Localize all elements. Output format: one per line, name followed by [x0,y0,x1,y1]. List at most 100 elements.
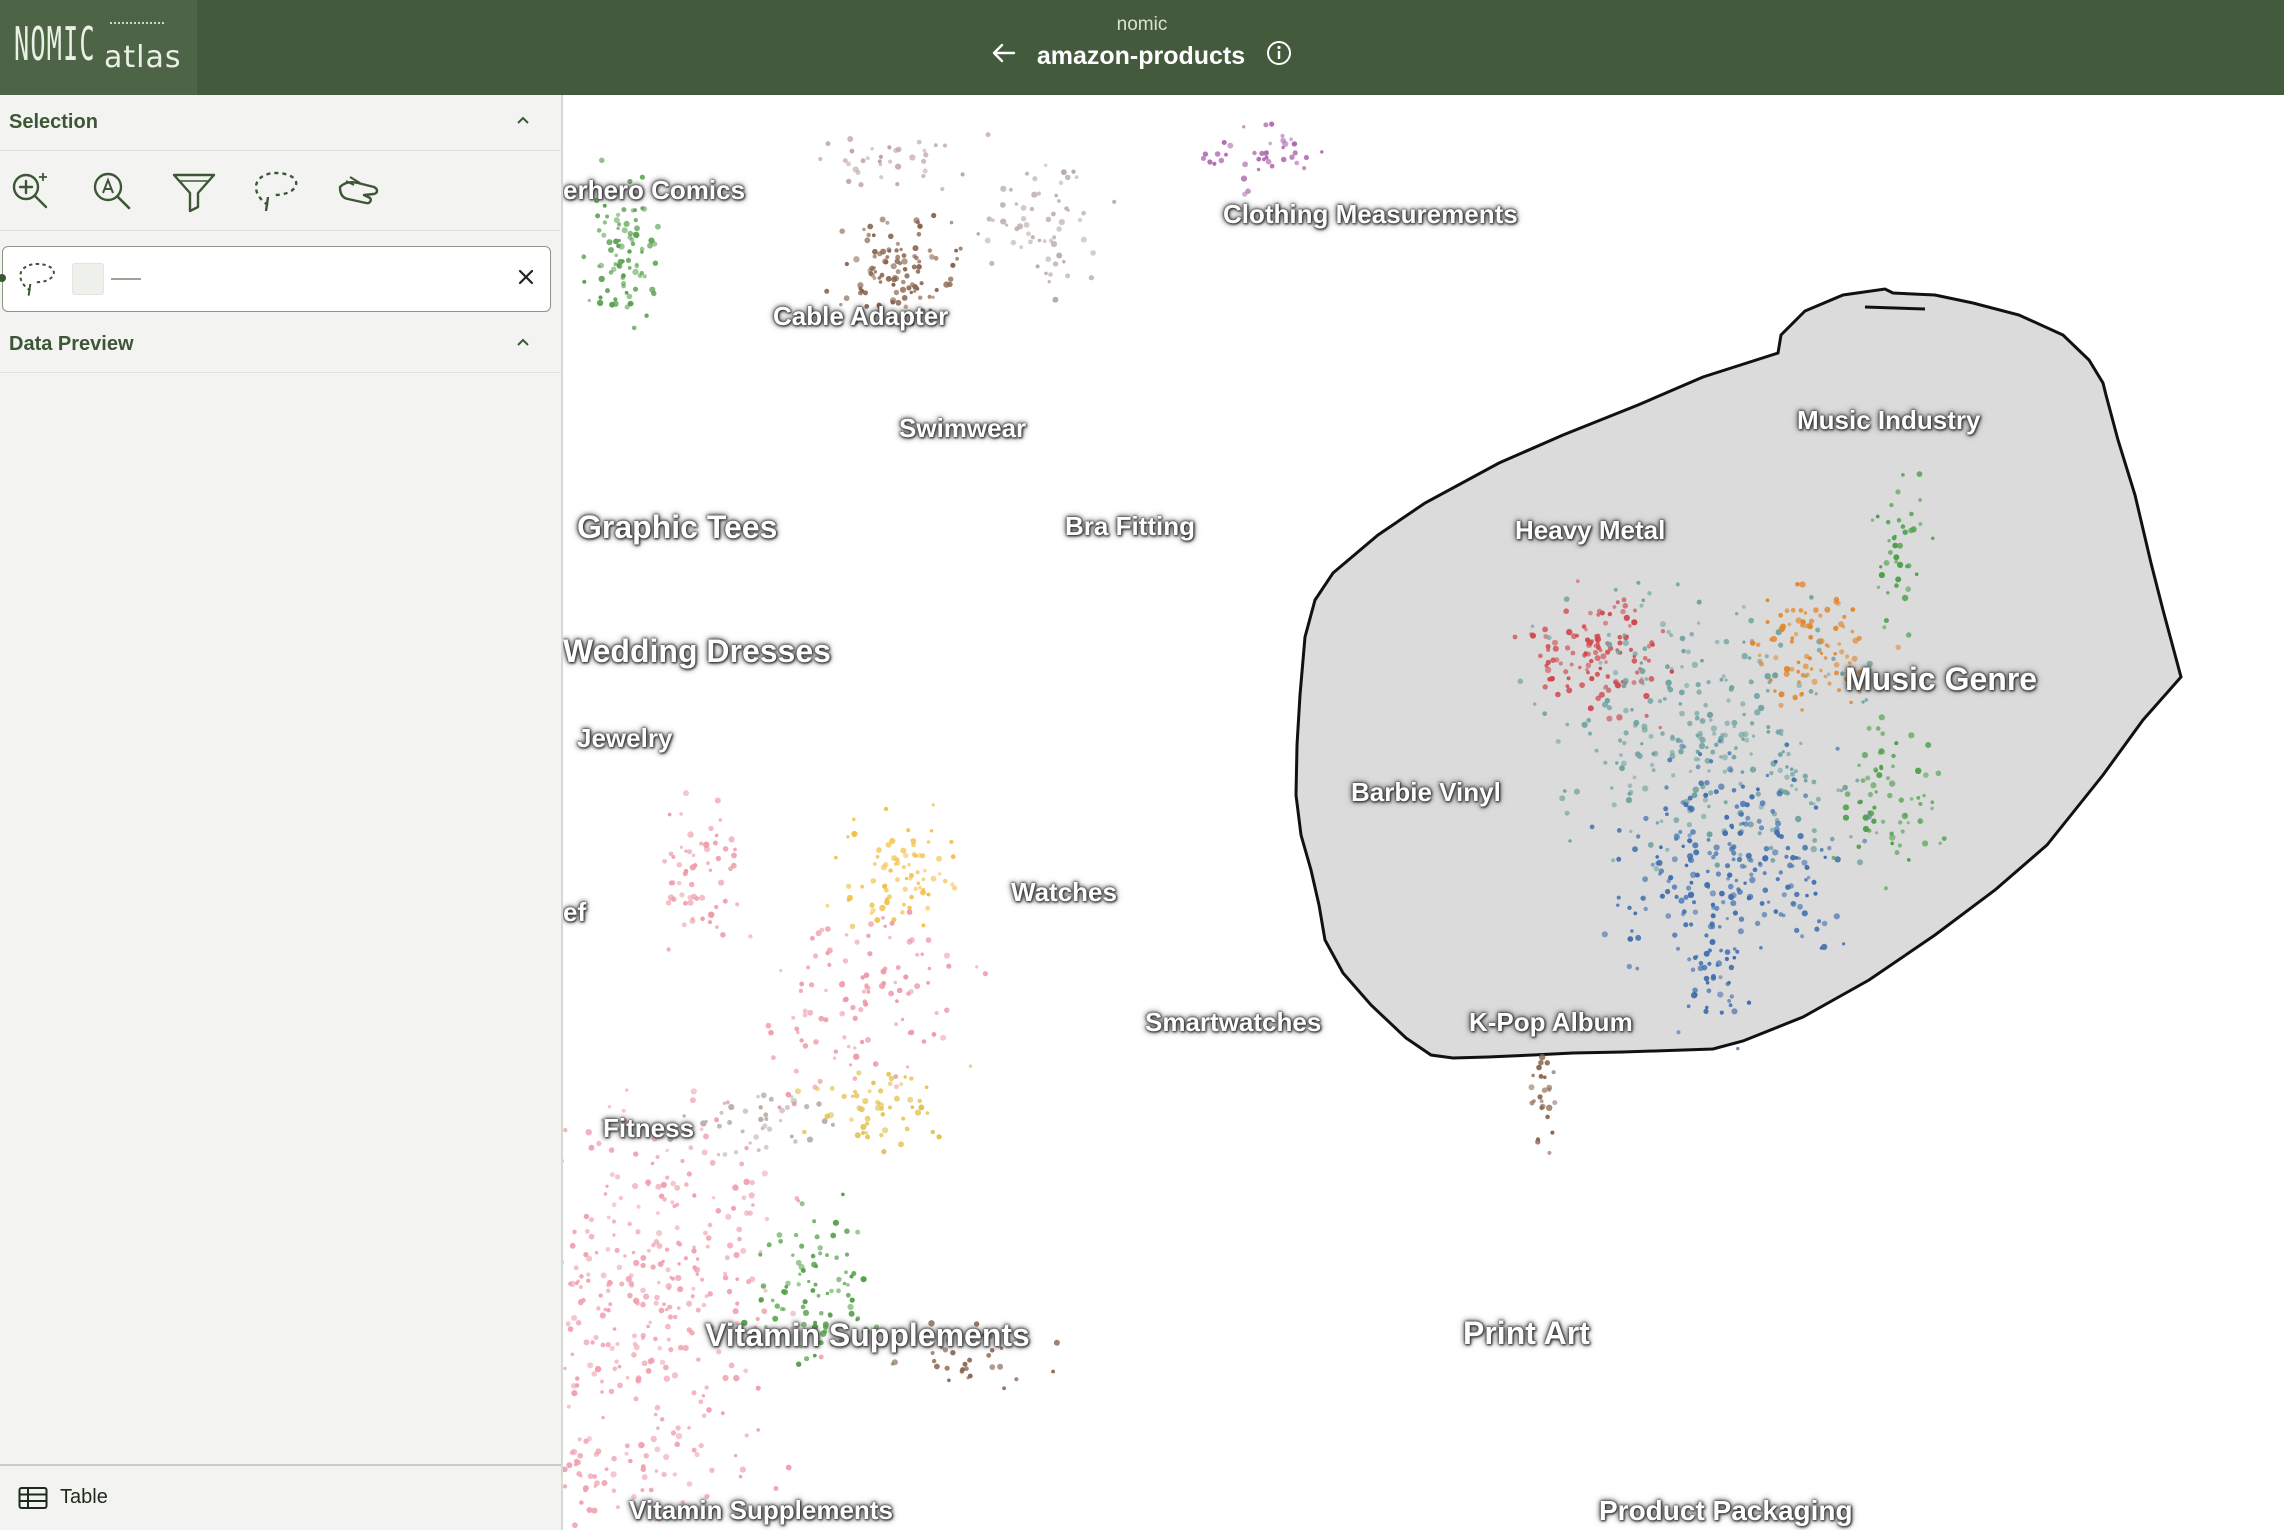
chevron-up-icon[interactable] [515,335,531,353]
cluster-label[interactable]: Fitness [603,1113,694,1144]
cluster-label[interactable]: Music Genre [1845,661,2037,698]
map-point [653,1300,659,1306]
map-point [756,1148,761,1152]
map-point [1550,657,1556,663]
map-point [887,249,892,253]
map-point [610,1471,617,1478]
map-point [1594,748,1599,753]
map-point [703,1133,709,1140]
map-point [1814,692,1818,696]
map-point [818,1354,824,1360]
map-point [1259,150,1265,156]
map-point [1784,608,1790,614]
selection-item[interactable] [0,246,551,312]
back-arrow-icon[interactable] [992,42,1016,71]
map-point [1640,742,1644,746]
map-point [1566,628,1573,636]
cluster-label[interactable]: Jewelry [577,723,672,754]
map-point [863,972,870,978]
cluster-label[interactable]: Cable Adapter [773,301,948,332]
cluster-label[interactable]: Vitamin Supplements [705,1317,1030,1354]
map-point [621,227,628,234]
pan-hand-icon[interactable] [334,167,382,215]
map-point [901,258,908,265]
map-point [1715,871,1721,877]
cluster-label[interactable]: Heavy Metal [1515,515,1665,546]
embedding-map[interactable]: erhero Comics Clothing Measurements Cabl… [563,95,2284,1530]
lasso-selection-region[interactable] [1294,287,2183,1060]
cluster-label[interactable]: Barbie Vinyl [1351,777,1501,808]
text-search-icon[interactable] [88,167,136,215]
map-point [1686,822,1692,828]
color-swatch[interactable] [72,263,104,295]
map-point [1655,855,1659,859]
map-point [1849,700,1853,705]
map-point [1564,645,1571,651]
map-point [1770,808,1776,814]
map-point [1765,773,1770,778]
zoom-in-icon[interactable] [6,167,54,215]
map-point [1717,739,1722,744]
map-point [793,1068,799,1074]
close-icon[interactable] [516,267,536,292]
map-point [1856,844,1862,850]
map-point [731,1205,736,1211]
map-point [671,1372,679,1379]
map-point [1627,936,1634,942]
cluster-label[interactable]: erhero Comics [563,175,745,206]
cluster-label[interactable]: Vitamin Supplements [629,1495,893,1526]
map-point [1703,702,1708,708]
cluster-label[interactable]: Product Packaging [1599,1495,1853,1527]
map-point [841,1093,847,1099]
map-point [1294,160,1300,166]
map-point [651,1242,656,1248]
map-point [1671,856,1678,863]
cluster-label[interactable]: Wedding Dresses [563,633,831,670]
cluster-label[interactable]: Watches [1011,877,1117,908]
cluster-label[interactable]: Clothing Measurements [1223,199,1518,230]
cluster-label[interactable]: Bra Fitting [1065,511,1195,542]
map-point [1671,773,1676,778]
map-point [906,828,911,833]
map-point [900,910,905,915]
map-point [887,1081,893,1087]
map-point [631,1250,636,1255]
map-point [829,1086,835,1091]
map-point [1889,780,1896,787]
cluster-label[interactable]: K-Pop Album [1469,1007,1633,1038]
filter-icon[interactable] [170,167,218,215]
map-point [570,1352,575,1357]
chevron-up-icon[interactable] [515,113,531,131]
map-point [802,1043,809,1049]
cluster-label[interactable]: Music Industry [1797,405,1980,436]
map-point [1811,879,1817,885]
map-point [1596,612,1601,617]
cluster-label[interactable]: Smartwatches [1145,1007,1321,1038]
lasso-icon[interactable] [252,167,300,215]
cluster-label[interactable]: Print Art [1463,1315,1590,1352]
map-point [851,830,858,838]
map-point [1048,272,1053,277]
cluster-label[interactable]: Graphic Tees [577,509,777,546]
map-point [802,1299,808,1305]
info-icon[interactable] [1266,40,1292,73]
map-point [872,862,877,866]
map-point [789,1095,794,1099]
selection-section-header[interactable]: Selection [0,95,561,151]
map-point [1894,850,1900,856]
map-point [1643,906,1648,912]
map-point [563,1366,567,1371]
map-point [915,220,920,225]
map-point [791,1015,796,1020]
map-point [1862,838,1868,844]
map-point [1816,647,1822,653]
map-point [1786,751,1791,757]
map-point [627,230,633,237]
cluster-label[interactable]: Swimwear [899,413,1026,444]
table-toggle[interactable]: Table [0,1464,561,1530]
map-point [1823,674,1828,679]
cluster-label[interactable]: ef [563,897,586,928]
data-preview-section-header[interactable]: Data Preview [0,317,561,373]
map-point [1558,661,1563,666]
map-point [1699,736,1706,744]
